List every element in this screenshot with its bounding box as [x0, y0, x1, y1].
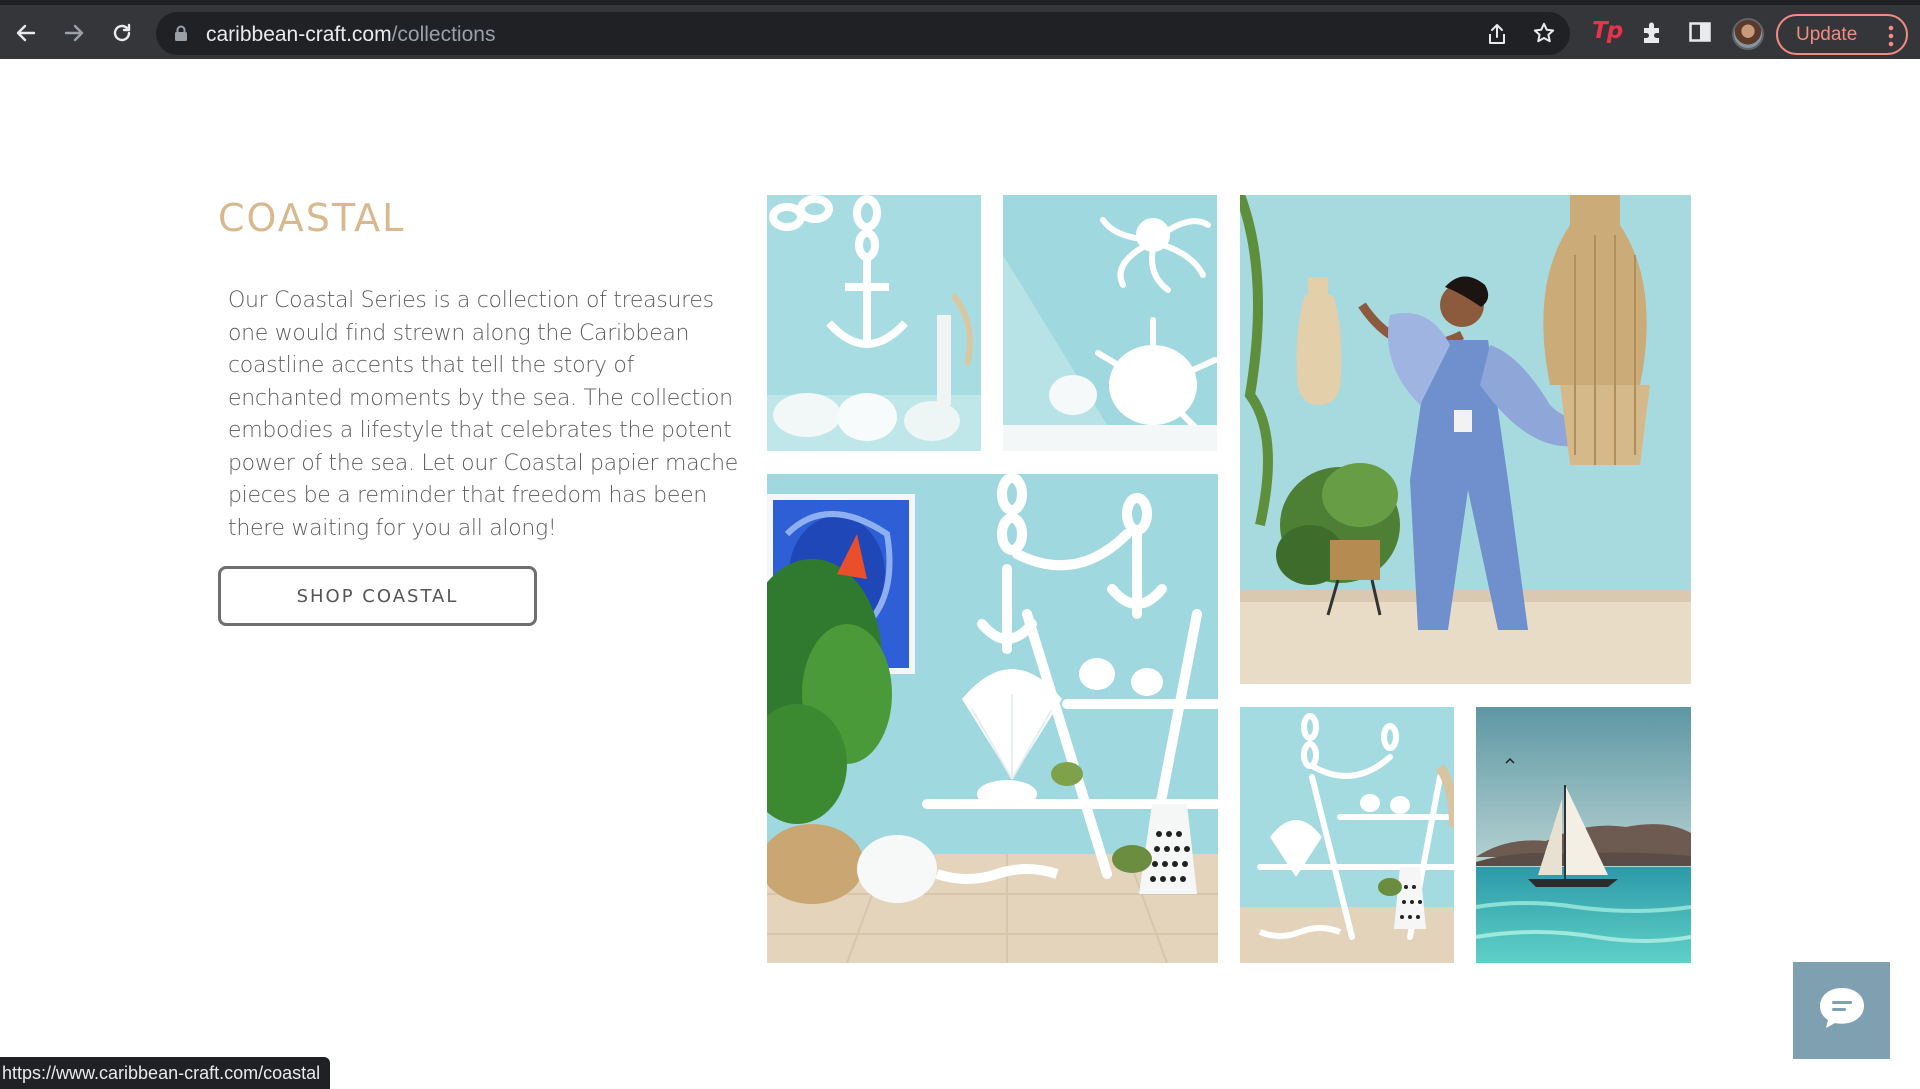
sailboat-sea-photo[interactable] [1476, 707, 1691, 963]
chat-button[interactable] [1793, 962, 1890, 1059]
url-domain: caribbean-craft.com [206, 23, 392, 46]
anchor-and-chain-photo[interactable] [767, 195, 981, 451]
collection-description: Our Coastal Series is a collection of tr… [228, 288, 738, 541]
collection-title: COASTAL [218, 196, 406, 240]
back-icon[interactable] [12, 19, 40, 47]
octopus-and-shells-photo[interactable] [1003, 195, 1217, 451]
shop-coastal-button[interactable]: SHOP COASTAL [218, 566, 537, 626]
extension-tp-logo[interactable]: Tp [1592, 18, 1623, 44]
woman-with-vase-photo[interactable] [1240, 195, 1691, 684]
link-status-bar: https://www.caribbean-craft.com/coastal [0, 1057, 331, 1089]
browser-toolbar: caribbean-craft.com/collections Tp Updat… [0, 0, 1920, 59]
url-text[interactable]: caribbean-craft.com/collections [206, 23, 495, 47]
reload-icon[interactable] [108, 19, 136, 47]
coastal-shelf-display-photo[interactable] [767, 474, 1218, 963]
address-bar[interactable]: caribbean-craft.com/collections [156, 12, 1570, 55]
sidebar-icon[interactable] [1688, 20, 1712, 44]
update-button[interactable]: Update [1776, 14, 1908, 55]
url-path: /collections [391, 23, 496, 46]
chat-bubble-icon [1818, 986, 1866, 1035]
profile-avatar[interactable] [1732, 18, 1764, 50]
lock-icon[interactable] [174, 25, 188, 42]
star-icon[interactable] [1532, 21, 1556, 45]
update-label: Update [1796, 23, 1858, 45]
share-icon[interactable] [1486, 22, 1508, 46]
shelf-display-small-photo[interactable] [1240, 707, 1454, 963]
forward-icon[interactable] [60, 19, 88, 47]
kebab-icon[interactable] [1888, 25, 1894, 47]
puzzle-icon[interactable] [1640, 20, 1664, 46]
